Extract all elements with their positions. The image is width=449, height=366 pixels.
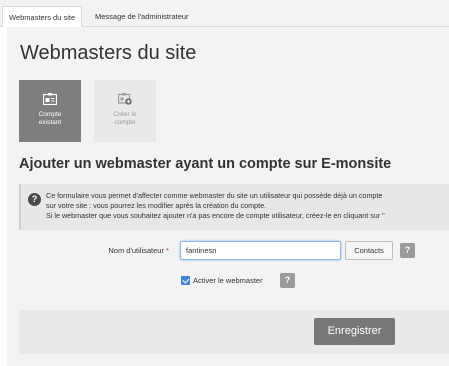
tab-bar: Webmasters du site Message de l'administ… xyxy=(0,0,449,27)
activate-help-button[interactable]: ? xyxy=(280,273,295,288)
tab-admin-message[interactable]: Message de l'administrateur xyxy=(89,6,195,27)
id-card-add-icon xyxy=(118,93,132,105)
page-title: Webmasters du site xyxy=(20,42,197,64)
create-account-label-1: Créer le xyxy=(113,111,137,118)
username-label-text: Nom d'utilisateur xyxy=(108,246,164,255)
username-input[interactable] xyxy=(180,241,341,260)
existing-account-label-1: Compte xyxy=(38,111,62,118)
existing-account-label-2: existant xyxy=(38,119,62,126)
save-button[interactable]: Enregistrer xyxy=(314,318,395,345)
notice-line-1: Ce formulaire vous permet d'affecter com… xyxy=(46,191,383,200)
info-notice: ? Ce formulaire vous permet d'affecter c… xyxy=(19,184,449,230)
id-card-icon xyxy=(43,93,57,105)
existing-account-option[interactable]: Compte existant xyxy=(19,80,81,142)
notice-text: Ce formulaire vous permet d'affecter com… xyxy=(46,191,385,221)
contacts-button[interactable]: Contacts xyxy=(345,241,393,260)
create-account-option[interactable]: Créer le compte xyxy=(94,80,156,142)
section-title: Ajouter un webmaster ayant un compte sur… xyxy=(19,156,392,172)
create-account-label-2: compte xyxy=(114,119,136,126)
username-label: Nom d'utilisateur * xyxy=(108,246,169,255)
username-help-button[interactable]: ? xyxy=(400,243,415,258)
notice-line-3: Si le webmaster que vous souhaitez ajout… xyxy=(46,211,385,220)
notice-line-2: sur votre site : vous pourrez les modifi… xyxy=(46,201,267,210)
question-circle-icon: ? xyxy=(28,193,41,206)
activate-webmaster-checkbox[interactable] xyxy=(181,276,190,285)
activate-webmaster-label[interactable]: Activer le webmaster xyxy=(193,276,263,285)
tab-webmasters[interactable]: Webmasters du site xyxy=(2,6,83,27)
required-mark: * xyxy=(166,246,169,255)
